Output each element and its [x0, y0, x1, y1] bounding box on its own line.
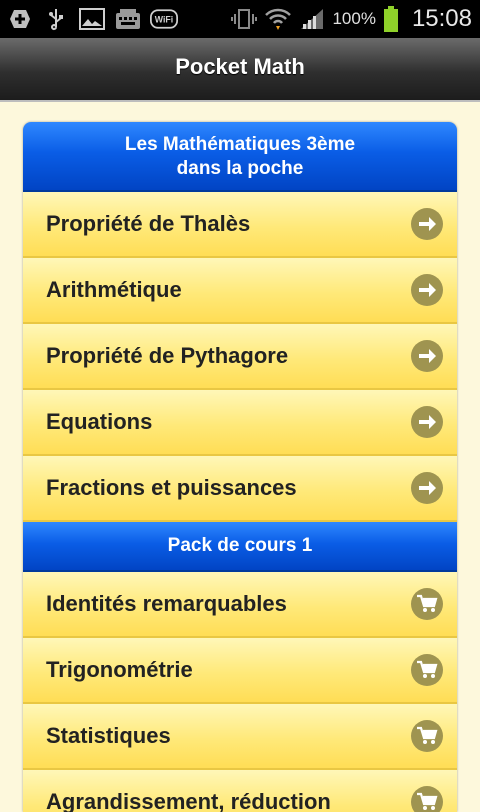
pack-header: Pack de cours 1 — [23, 522, 457, 572]
list-item-arithmetique[interactable]: Arithmétique — [23, 258, 457, 324]
main-header-line1: Les Mathématiques 3ème — [124, 134, 356, 155]
add-icon — [6, 7, 34, 31]
battery-icon — [382, 6, 400, 32]
app-title-bar: Pocket Math — [0, 38, 480, 102]
signal-icon — [298, 7, 326, 31]
course-list: Les Mathématiques 3ème dans la poche Pro… — [23, 122, 457, 812]
list-item-label: Identités remarquables — [46, 591, 287, 616]
list-item-agrandissement[interactable]: Agrandissement, réduction — [23, 770, 457, 812]
app-title: Pocket Math — [175, 54, 305, 79]
pack-header-label: Pack de cours 1 — [167, 535, 313, 556]
main-header-line2: dans la poche — [176, 158, 304, 179]
list-item-pythagore[interactable]: Propriété de Pythagore — [23, 324, 457, 390]
clock: 15:08 — [411, 5, 472, 32]
battery-percent: 100% — [332, 9, 376, 28]
list-item-label: Statistiques — [46, 723, 171, 748]
list-item-trigonometrie[interactable]: Trigonométrie — [23, 638, 457, 704]
cart-icon — [411, 588, 443, 620]
list-item-thales[interactable]: Propriété de Thalès — [23, 192, 457, 258]
arrow-right-icon — [411, 274, 443, 306]
main-header: Les Mathématiques 3ème dans la poche — [23, 122, 457, 192]
list-item-label: Propriété de Pythagore — [46, 343, 289, 368]
vibrate-icon — [230, 7, 258, 31]
keyboard-icon — [114, 7, 142, 31]
svg-text:WiFi: WiFi — [155, 15, 173, 25]
cart-icon — [411, 654, 443, 686]
cart-icon — [411, 786, 443, 812]
status-bar: WiFi 100% 15:08 — [0, 0, 480, 38]
list-item-identites[interactable]: Identités remarquables — [23, 572, 457, 638]
list-item-fractions[interactable]: Fractions et puissances — [23, 456, 457, 522]
wifi-icon — [264, 7, 292, 31]
list-item-label: Trigonométrie — [46, 657, 193, 682]
list-item-label: Agrandissement, réduction — [46, 789, 331, 812]
arrow-right-icon — [411, 406, 443, 438]
image-icon — [78, 7, 106, 31]
list-item-label: Propriété de Thalès — [46, 211, 251, 236]
list-item-label: Fractions et puissances — [46, 475, 297, 500]
list-item-label: Equations — [46, 409, 153, 434]
list-item-statistiques[interactable]: Statistiques — [23, 704, 457, 770]
usb-icon — [42, 7, 70, 31]
arrow-right-icon — [411, 340, 443, 372]
list-item-label: Arithmétique — [46, 277, 182, 302]
arrow-right-icon — [411, 208, 443, 240]
list-item-equations[interactable]: Equations — [23, 390, 457, 456]
arrow-right-icon — [411, 472, 443, 504]
wifi-direct-icon: WiFi — [150, 7, 178, 31]
cart-icon — [411, 720, 443, 752]
